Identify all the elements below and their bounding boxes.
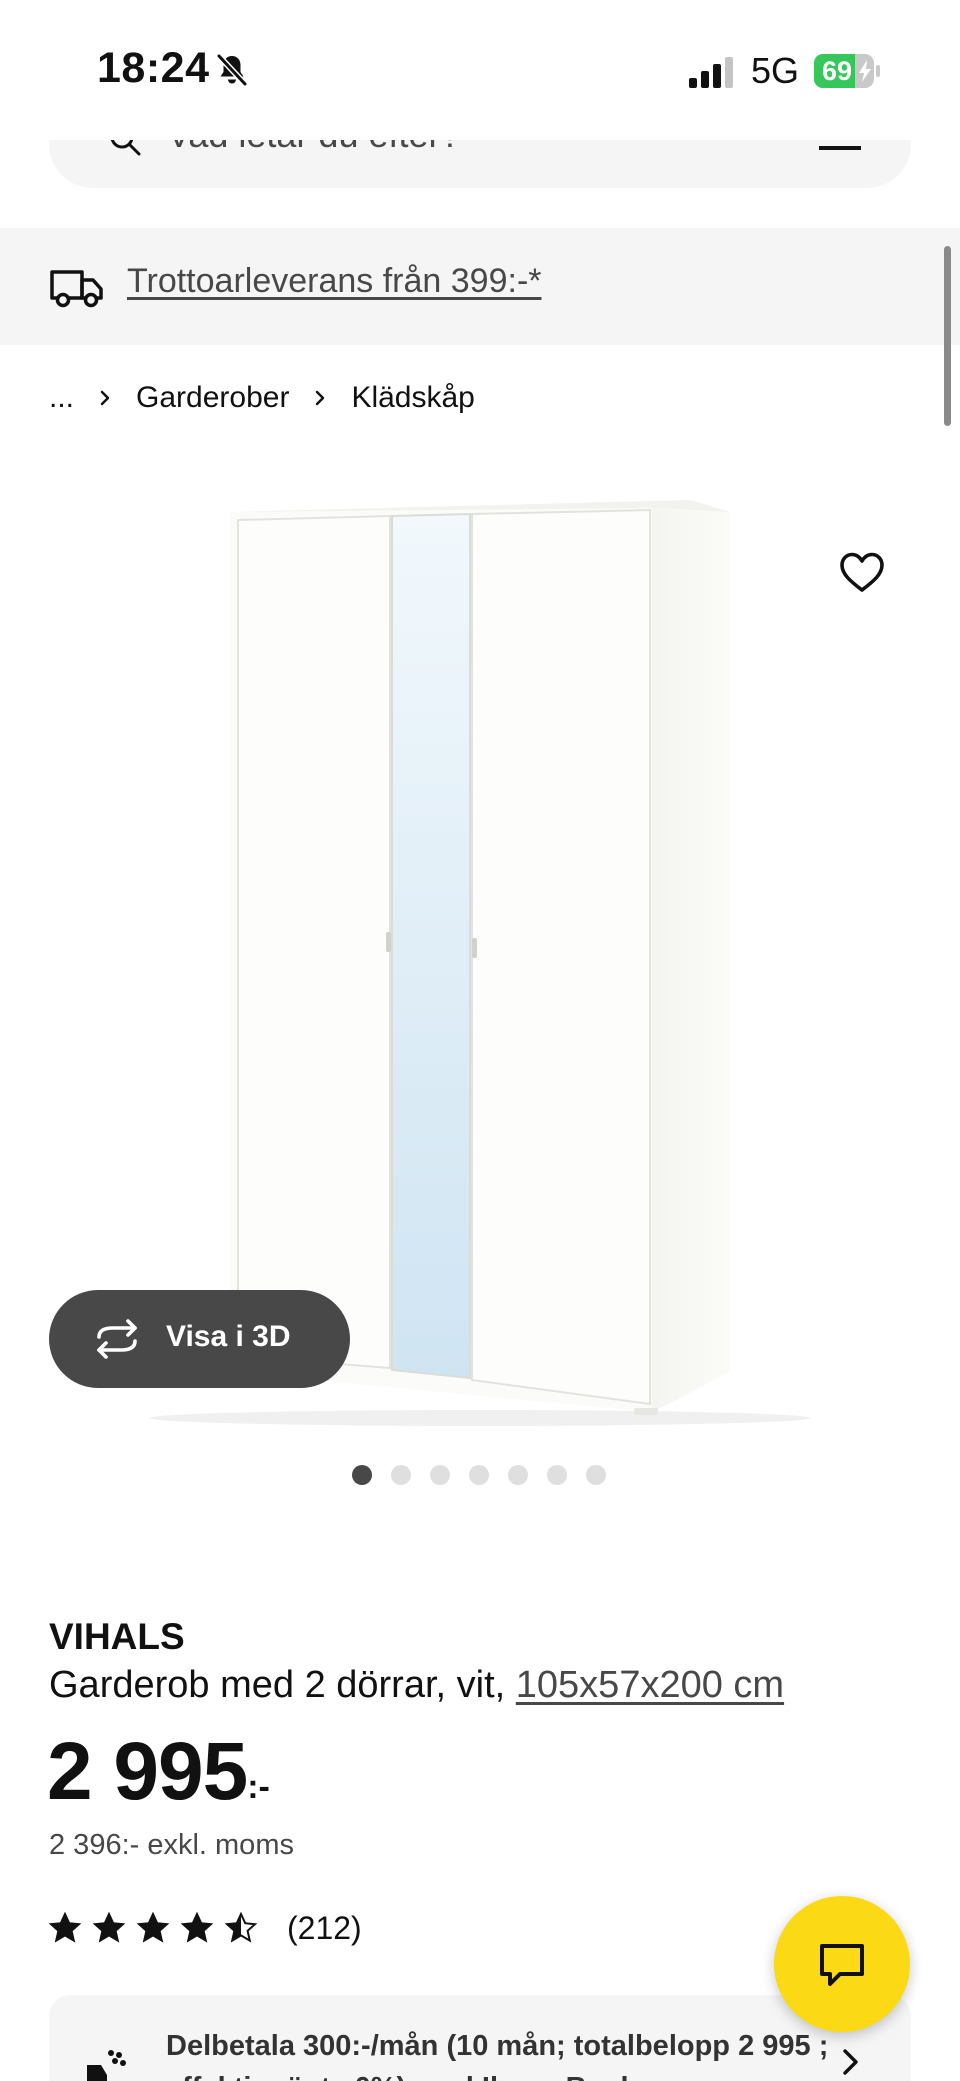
battery-level: 69	[821, 56, 853, 86]
star-icon	[137, 1912, 169, 1943]
chevron-right-icon	[316, 390, 325, 406]
view-3d-button[interactable]: Visa i 3D	[49, 1290, 350, 1388]
product-description: Garderob med 2 dörrar, vit, 105x57x200 c…	[49, 1664, 784, 1707]
chevron-right-icon	[100, 390, 110, 406]
delivery-banner: Trottoarleverans från 399:-*	[0, 228, 960, 345]
delivery-link[interactable]: Trottoarleverans från 399:-*	[127, 262, 542, 301]
status-time: 18:24	[97, 44, 210, 92]
rotate-3d-icon	[97, 1319, 137, 1359]
product-name: VIHALS	[49, 1616, 185, 1657]
signal-bars-icon	[689, 57, 733, 88]
price-amount: 2 995	[47, 1726, 248, 1817]
star-icon	[225, 1912, 257, 1943]
carousel-dot[interactable]	[547, 1465, 567, 1485]
carousel-dot[interactable]	[391, 1465, 411, 1485]
star-icon	[93, 1912, 125, 1943]
view-3d-label: Visa i 3D	[166, 1320, 291, 1353]
review-count[interactable]: (212)	[287, 1910, 362, 1947]
product-size-link[interactable]: 105x57x200 cm	[516, 1664, 784, 1706]
battery-indicator: 69	[814, 54, 880, 88]
installment-card[interactable]: Delbetala 300:-/mån (10 mån; totalbelopp…	[49, 1995, 911, 2081]
chat-bubble-icon	[820, 1944, 864, 1986]
charging-bolt-icon	[859, 60, 871, 82]
chevron-right-icon	[843, 2049, 858, 2075]
price-excl-vat: 2 396:- exkl. moms	[49, 1829, 294, 1861]
star-icon	[181, 1912, 213, 1943]
scrollbar[interactable]	[944, 246, 951, 426]
breadcrumb-item-garderober[interactable]: Garderober	[136, 381, 289, 415]
chat-button[interactable]	[774, 1896, 910, 2032]
heart-icon[interactable]	[838, 550, 886, 594]
bell-slash-icon	[216, 53, 248, 87]
star-icon	[49, 1912, 81, 1943]
breadcrumb-item-kladskap[interactable]: Klädskåp	[351, 381, 474, 415]
status-bar: 18:24 5G 69	[0, 0, 960, 140]
product-rating[interactable]: (212)	[49, 1908, 362, 1948]
carousel-dot[interactable]	[508, 1465, 528, 1485]
carousel-dots	[352, 1465, 606, 1487]
carousel-dot[interactable]	[469, 1465, 489, 1485]
product-price: 2 995 :-	[47, 1726, 270, 1818]
network-label: 5G	[751, 50, 800, 91]
carousel-dot[interactable]	[352, 1465, 372, 1485]
installment-text: Delbetala 300:-/mån (10 mån; totalbelopp…	[166, 2030, 829, 2081]
carousel-dot[interactable]	[430, 1465, 450, 1485]
breadcrumb-ellipsis[interactable]: ...	[49, 381, 74, 415]
payment-icon	[87, 2050, 126, 2081]
carousel-dot[interactable]	[586, 1465, 606, 1485]
truck-icon	[50, 270, 103, 308]
price-suffix: :-	[247, 1768, 270, 1806]
product-description-text: Garderob med 2 dörrar, vit,	[49, 1664, 506, 1706]
breadcrumb: ... Garderober Klädskåp	[49, 378, 475, 418]
